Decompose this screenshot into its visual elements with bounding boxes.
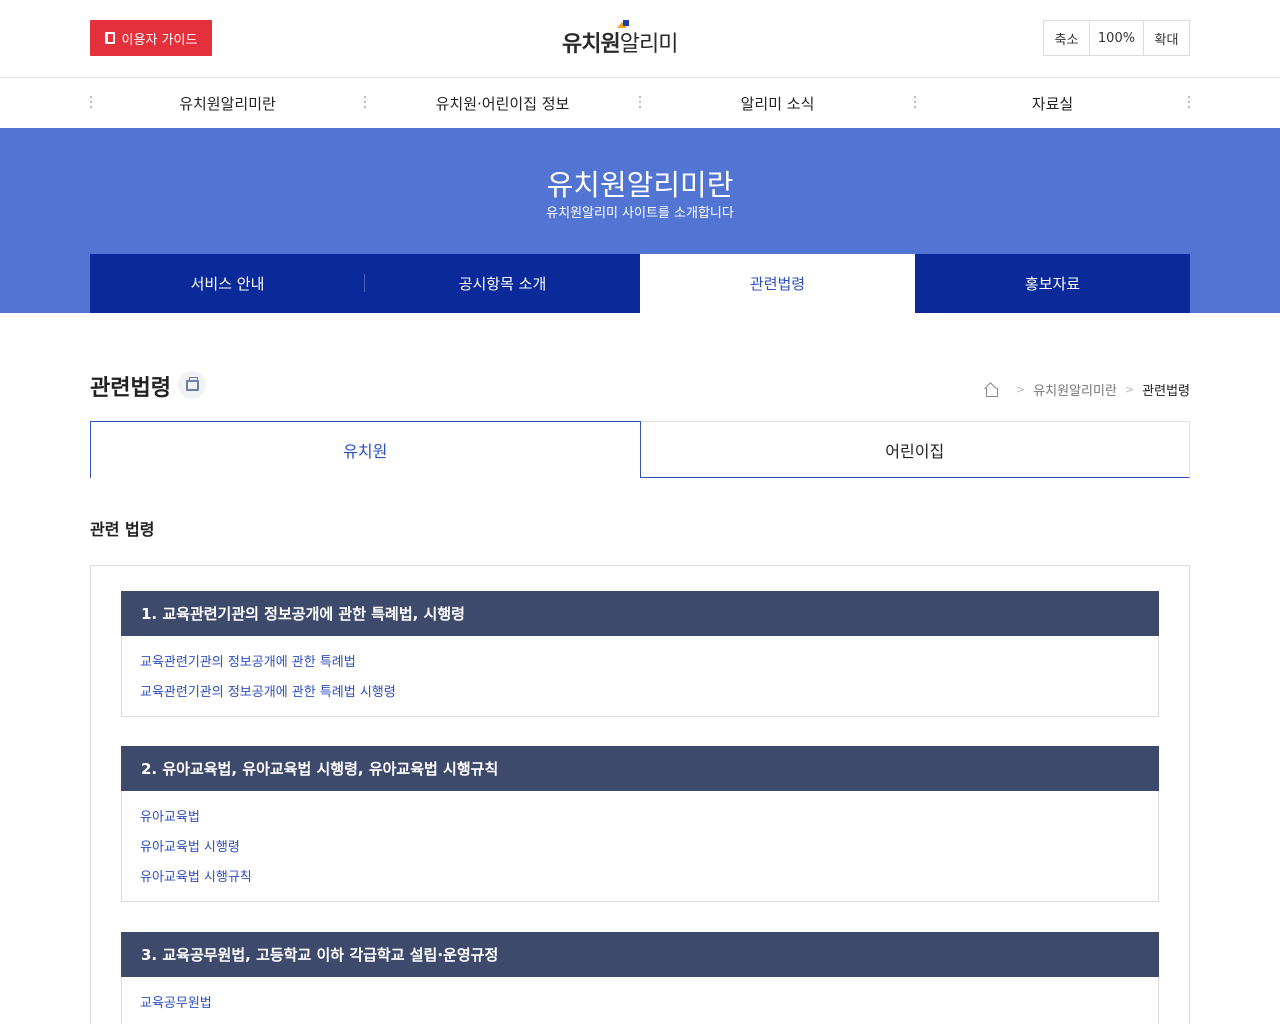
nav-item-about[interactable]: 유치원알리미란 [90,78,365,128]
page-title: 관련법령 [90,376,171,401]
chevron-right-icon: > [1124,383,1135,396]
breadcrumb-current: 관련법령 [1142,384,1190,399]
law-link[interactable]: 교육공무원법 [140,989,1140,1019]
law-list-box: 1. 교육관련기관의 정보공개에 관한 특례법, 시행령 교육관련기관의 정보공… [90,565,1190,1024]
zoom-in-button[interactable]: 확대 [1144,21,1189,55]
law-group-title: 2. 유아교육법, 유아교육법 시행령, 유아교육법 시행규칙 [121,746,1159,791]
site-header: 이용자 가이드 유치원 알리미 축소 100% 확대 [0,0,1280,78]
logo-text-light: 알리미 [619,32,679,57]
nav-item-news[interactable]: 알리미 소식 [640,78,915,128]
section-title: 관련 법령 [90,520,155,539]
home-icon[interactable] [984,383,998,397]
breadcrumb-parent[interactable]: 유치원알리미란 [1033,380,1117,399]
law-link[interactable]: 교육관련기관의 정보공개에 관한 특례법 시행령 [140,678,1140,708]
tab-label: 유치원 [343,442,388,461]
subnav-label: 서비스 안내 [190,275,265,293]
tab-kindergarten[interactable]: 유치원 [90,421,641,478]
subnav-label: 홍보자료 [1024,275,1081,293]
content-tabs: 유치원 어린이집 [90,421,1190,478]
subnav-item-items[interactable]: 공시항목 소개 [365,254,640,313]
law-group: 2. 유아교육법, 유아교육법 시행령, 유아교육법 시행규칙 유아교육법 유아… [121,746,1159,902]
nav-item-info[interactable]: 유치원·어린이집 정보 [365,78,640,128]
main-navigation: 유치원알리미란 유치원·어린이집 정보 알리미 소식 자료실 [90,78,1190,128]
law-group: 1. 교육관련기관의 정보공개에 관한 특례법, 시행령 교육관련기관의 정보공… [121,591,1159,717]
user-guide-label: 이용자 가이드 [121,32,198,48]
user-guide-button[interactable]: 이용자 가이드 [90,20,212,56]
logo-text-bold: 유치원 [562,32,621,57]
page-banner: 유치원알리미란 유치원알리미 사이트를 소개합니다 서비스 안내 공시항목 소개… [0,128,1280,313]
chevron-right-icon: > [1015,383,1026,396]
law-group-title: 1. 교육관련기관의 정보공개에 관한 특례법, 시행령 [121,591,1159,636]
subnav-label: 관련법령 [749,275,806,293]
book-icon [104,32,115,44]
law-link[interactable]: 유아교육법 [140,803,1140,833]
printer-icon [185,376,199,391]
tab-label: 어린이집 [885,441,945,461]
zoom-controls: 축소 100% 확대 [1043,20,1190,56]
tab-daycare[interactable]: 어린이집 [640,421,1190,478]
subnav-item-laws[interactable]: 관련법령 [640,254,915,313]
print-button[interactable] [178,371,206,399]
law-link[interactable]: 유아교육법 시행령 [140,833,1140,863]
subnav-item-service[interactable]: 서비스 안내 [90,254,365,313]
law-link[interactable]: 교육관련기관의 정보공개에 관한 특례법 [140,648,1140,678]
law-link-list: 유아교육법 유아교육법 시행령 유아교육법 시행규칙 [122,791,1158,901]
subnav-label: 공시항목 소개 [458,275,547,293]
subnav-item-promo[interactable]: 홍보자료 [915,254,1190,313]
nav-item-label: 자료실 [1031,94,1074,113]
sub-navigation: 서비스 안내 공시항목 소개 관련법령 홍보자료 [90,254,1190,313]
site-logo[interactable]: 유치원 알리미 [562,20,679,58]
nav-item-archive[interactable]: 자료실 [915,78,1190,128]
nav-divider [1188,96,1190,108]
house-roof-icon [617,20,629,29]
law-group-title: 3. 교육공무원법, 고등학교 이하 각급학교 설립·운영규정 [121,932,1159,977]
law-link-list: 교육관련기관의 정보공개에 관한 특례법 교육관련기관의 정보공개에 관한 특례… [122,636,1158,716]
banner-subtitle: 유치원알리미 사이트를 소개합니다 [546,206,734,221]
breadcrumb: > 유치원알리미란 > 관련법령 [984,380,1190,399]
banner-title: 유치원알리미란 [546,168,734,202]
law-group: 3. 교육공무원법, 고등학교 이하 각급학교 설립·운영규정 교육공무원법 [121,932,1159,1024]
zoom-level: 100% [1090,21,1144,55]
zoom-out-button[interactable]: 축소 [1044,21,1090,55]
nav-item-label: 유치원·어린이집 정보 [435,94,570,113]
law-link[interactable]: 유아교육법 시행규칙 [140,863,1140,893]
law-link-list: 교육공무원법 [122,977,1158,1024]
nav-item-label: 유치원알리미란 [179,94,276,113]
nav-item-label: 알리미 소식 [740,94,815,113]
